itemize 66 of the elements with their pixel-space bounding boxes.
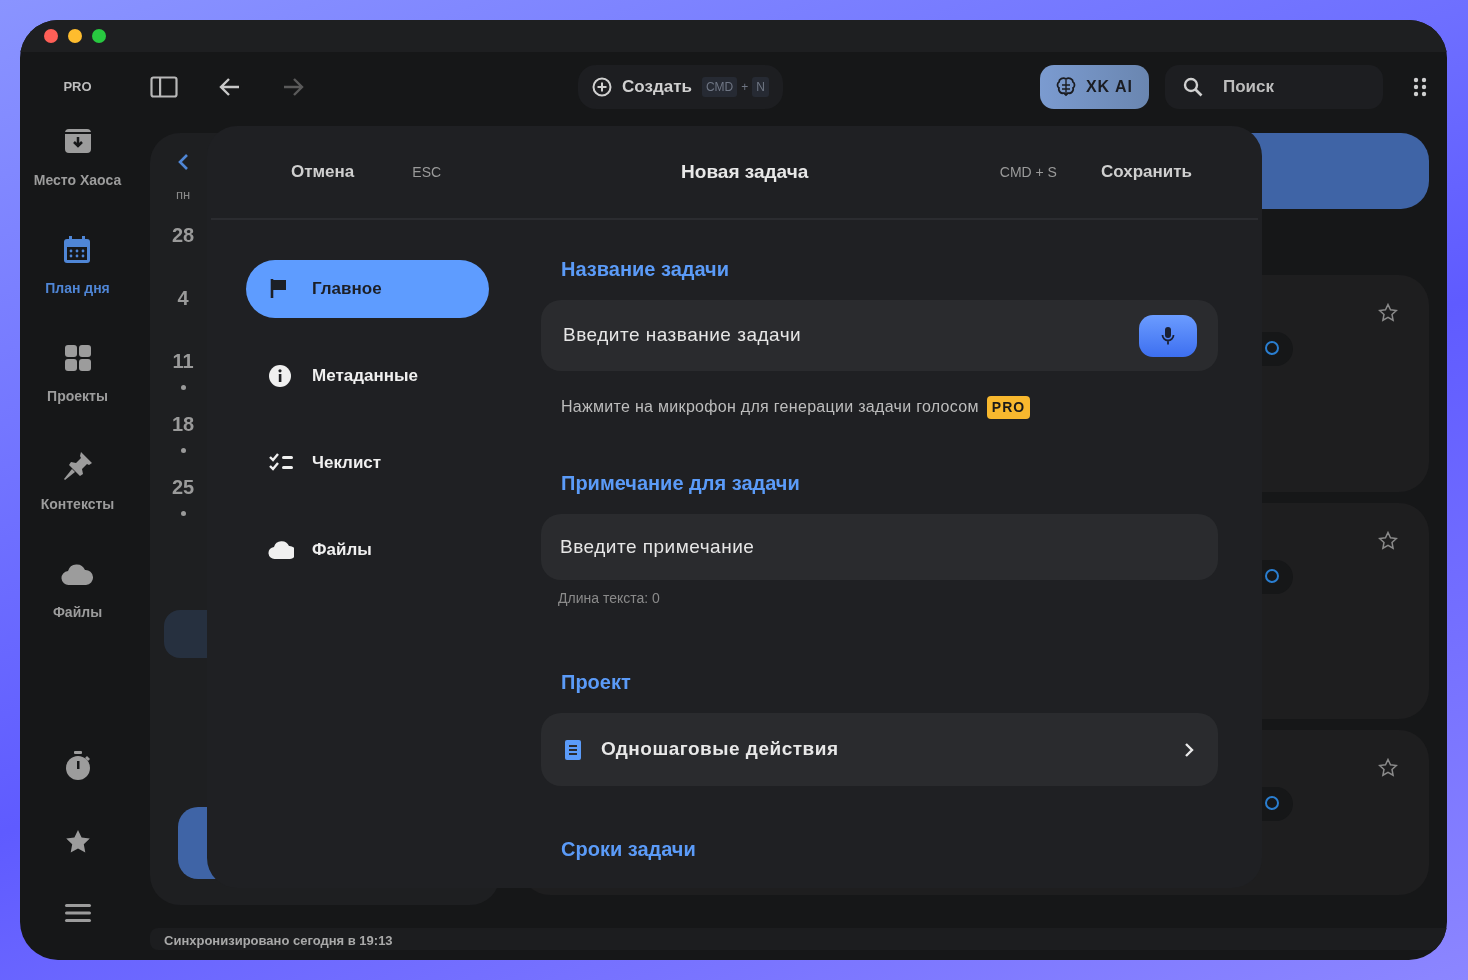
section-heading: Проект: [561, 671, 632, 693]
search-icon: [1183, 77, 1203, 97]
dialog-tab[interactable]: Главное: [246, 260, 489, 318]
menu-icon[interactable]: [63, 902, 92, 924]
task-name-field[interactable]: Введите название задачи: [561, 320, 1139, 351]
minimize-window-button[interactable]: [68, 29, 82, 43]
save-button[interactable]: Сохранить: [1094, 158, 1198, 186]
button-label: Создать: [622, 76, 692, 99]
search-field[interactable]: Поиск: [1221, 73, 1351, 101]
voice-hint: Нажмите на микрофон для генерации задачи голосом: [561, 397, 979, 417]
plus-circle-icon: [592, 77, 612, 97]
note-field[interactable]: Введите примечание: [541, 514, 1218, 580]
grid-dots-icon[interactable]: [1413, 77, 1427, 97]
pro-label: PRO: [63, 78, 92, 97]
sidebar-item[interactable]: Проекты: [41, 338, 114, 446]
chevron-left-icon[interactable]: [177, 153, 189, 171]
sync-status: Синхронизировано сегодня в 19:13: [150, 928, 1447, 950]
ai-button[interactable]: XK AI: [1039, 65, 1149, 109]
section-heading: Примечание для задачи: [561, 472, 801, 494]
sidebar-item[interactable]: План дня: [39, 230, 116, 338]
task-name-field[interactable]: Введите название задачи: [541, 300, 1218, 371]
section-heading: Сроки задачи: [561, 838, 697, 860]
chevron-right-icon: [1184, 741, 1194, 758]
search-field[interactable]: Поиск: [1165, 65, 1383, 109]
sidebar-item[interactable]: Место Хаоса: [27, 122, 128, 230]
progress-ring: [1265, 569, 1279, 583]
cloud-icon: [268, 538, 294, 562]
weekday-label: пн: [175, 186, 191, 204]
section-heading: Название задачи: [561, 258, 730, 280]
microphone-button[interactable]: [1139, 314, 1197, 357]
brain-icon: [1055, 77, 1076, 97]
zoom-window-button[interactable]: [92, 29, 106, 43]
pro-badge: PRO: [986, 395, 1031, 419]
star-outline-icon[interactable]: [1378, 531, 1398, 551]
calendar-day[interactable]: 11: [172, 350, 194, 371]
microphone-icon: [1161, 325, 1175, 346]
calendar-day[interactable]: 18: [171, 413, 195, 434]
shortcut-hint: ESC: [412, 162, 442, 182]
back-arrow-icon[interactable]: [219, 76, 241, 98]
note-field[interactable]: Введите примечание: [558, 531, 1198, 563]
pushpin-icon: [61, 450, 94, 482]
shortcut-key: N: [752, 77, 769, 97]
create-button[interactable]: Создать CMD + N: [578, 65, 783, 109]
dialog-tab[interactable]: Чеклист: [246, 434, 489, 492]
progress-ring: [1265, 796, 1279, 810]
dialog-tab[interactable]: Файлы: [246, 521, 489, 579]
document-icon: [565, 739, 581, 760]
dialog-title: Новая задача: [681, 159, 809, 184]
progress-ring: [1265, 341, 1279, 355]
shortcut-key: CMD: [701, 77, 738, 97]
calendar-day[interactable]: 25: [171, 476, 195, 497]
calendar-day[interactable]: 4: [177, 287, 189, 308]
star-outline-icon[interactable]: [1378, 303, 1398, 323]
project-selector[interactable]: Одношаговые действия: [541, 713, 1218, 786]
sidebar-item[interactable]: Контексты: [34, 446, 121, 554]
shortcut-hint: CMD + S: [999, 162, 1057, 182]
info-icon: [268, 364, 294, 388]
star-outline-icon[interactable]: [1378, 758, 1398, 778]
close-window-button[interactable]: [44, 29, 58, 43]
sidebar-item[interactable]: Файлы: [46, 554, 109, 662]
cancel-button[interactable]: Отмена: [285, 158, 361, 186]
calendar-day[interactable]: 28: [171, 224, 195, 245]
shortcut-key: +: [741, 78, 749, 96]
sidebar-toggle-icon[interactable]: [150, 76, 178, 98]
dialog-tab[interactable]: Метаданные: [246, 347, 489, 405]
text-length-counter: Длина текста: 0: [558, 589, 661, 608]
